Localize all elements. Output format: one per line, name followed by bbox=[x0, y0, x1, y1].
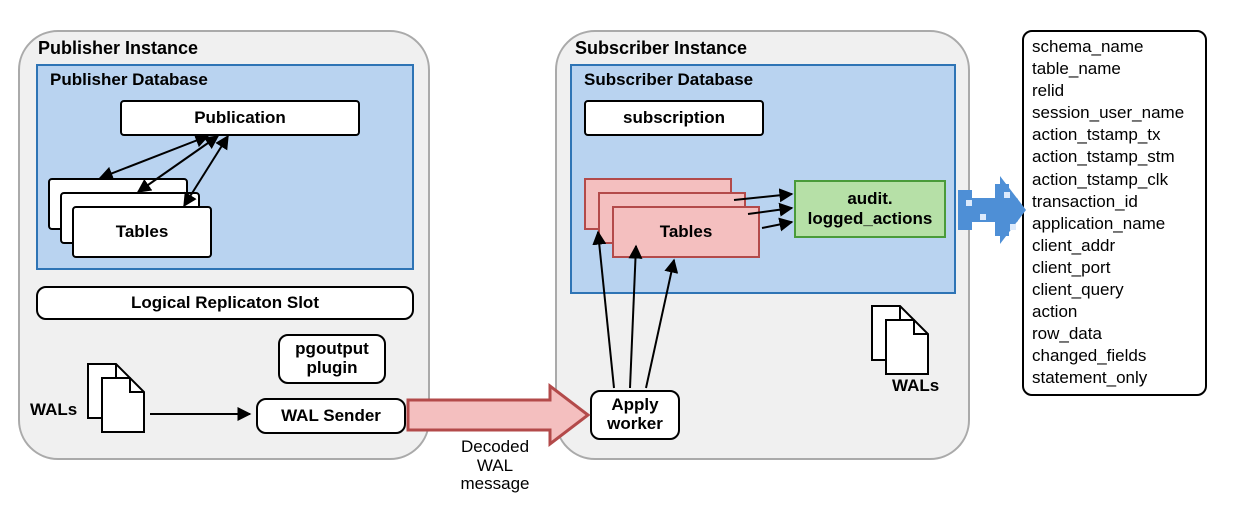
field-item: application_name bbox=[1032, 213, 1197, 235]
field-item: table_name bbox=[1032, 58, 1197, 80]
plugin-label: pgoutput plugin bbox=[295, 340, 369, 377]
subscriber-walfile-icon-2 bbox=[884, 318, 930, 376]
publisher-tables-label: Tables bbox=[116, 222, 169, 242]
subscription-box: subscription bbox=[584, 100, 764, 136]
field-item: relid bbox=[1032, 80, 1197, 102]
field-item: action_tstamp_stm bbox=[1032, 146, 1197, 168]
replication-slot: Logical Replicaton Slot bbox=[36, 286, 414, 320]
field-item: client_port bbox=[1032, 257, 1197, 279]
wal-sender-label: WAL Sender bbox=[281, 406, 381, 426]
subscription-label: subscription bbox=[623, 108, 725, 128]
field-item: transaction_id bbox=[1032, 191, 1197, 213]
publication-box: Publication bbox=[120, 100, 360, 136]
fields-panel: schema_name table_name relid session_use… bbox=[1022, 30, 1207, 396]
subscriber-title: Subscriber Instance bbox=[575, 38, 747, 59]
audit-logged-actions: audit. logged_actions bbox=[794, 180, 946, 238]
field-item: row_data bbox=[1032, 323, 1197, 345]
field-item: client_addr bbox=[1032, 235, 1197, 257]
field-item: statement_only bbox=[1032, 367, 1197, 389]
field-item: action_tstamp_clk bbox=[1032, 169, 1197, 191]
pgoutput-plugin: pgoutput plugin bbox=[278, 334, 386, 384]
field-item: session_user_name bbox=[1032, 102, 1197, 124]
audit-label: audit. logged_actions bbox=[808, 189, 933, 228]
replication-slot-label: Logical Replicaton Slot bbox=[131, 293, 319, 313]
subscriber-db-title: Subscriber Database bbox=[584, 70, 753, 90]
field-item: action bbox=[1032, 301, 1197, 323]
wal-sender: WAL Sender bbox=[256, 398, 406, 434]
apply-worker-label: Apply worker bbox=[607, 396, 663, 433]
publisher-title: Publisher Instance bbox=[38, 38, 198, 59]
field-item: action_tstamp_tx bbox=[1032, 124, 1197, 146]
publisher-table-3: Tables bbox=[72, 206, 212, 258]
subscriber-tables-label: Tables bbox=[660, 222, 713, 242]
subscriber-table-3: Tables bbox=[612, 206, 760, 258]
field-item: changed_fields bbox=[1032, 345, 1197, 367]
publisher-db-title: Publisher Database bbox=[50, 70, 208, 90]
decoded-wal-label: Decoded WAL message bbox=[435, 438, 555, 494]
subscriber-wals-label: WALs bbox=[892, 376, 939, 396]
field-item: schema_name bbox=[1032, 36, 1197, 58]
publisher-walfile-icon-2 bbox=[100, 376, 146, 434]
field-item: client_query bbox=[1032, 279, 1197, 301]
publication-label: Publication bbox=[194, 108, 286, 128]
publisher-wals-label: WALs bbox=[30, 400, 77, 420]
apply-worker: Apply worker bbox=[590, 390, 680, 440]
